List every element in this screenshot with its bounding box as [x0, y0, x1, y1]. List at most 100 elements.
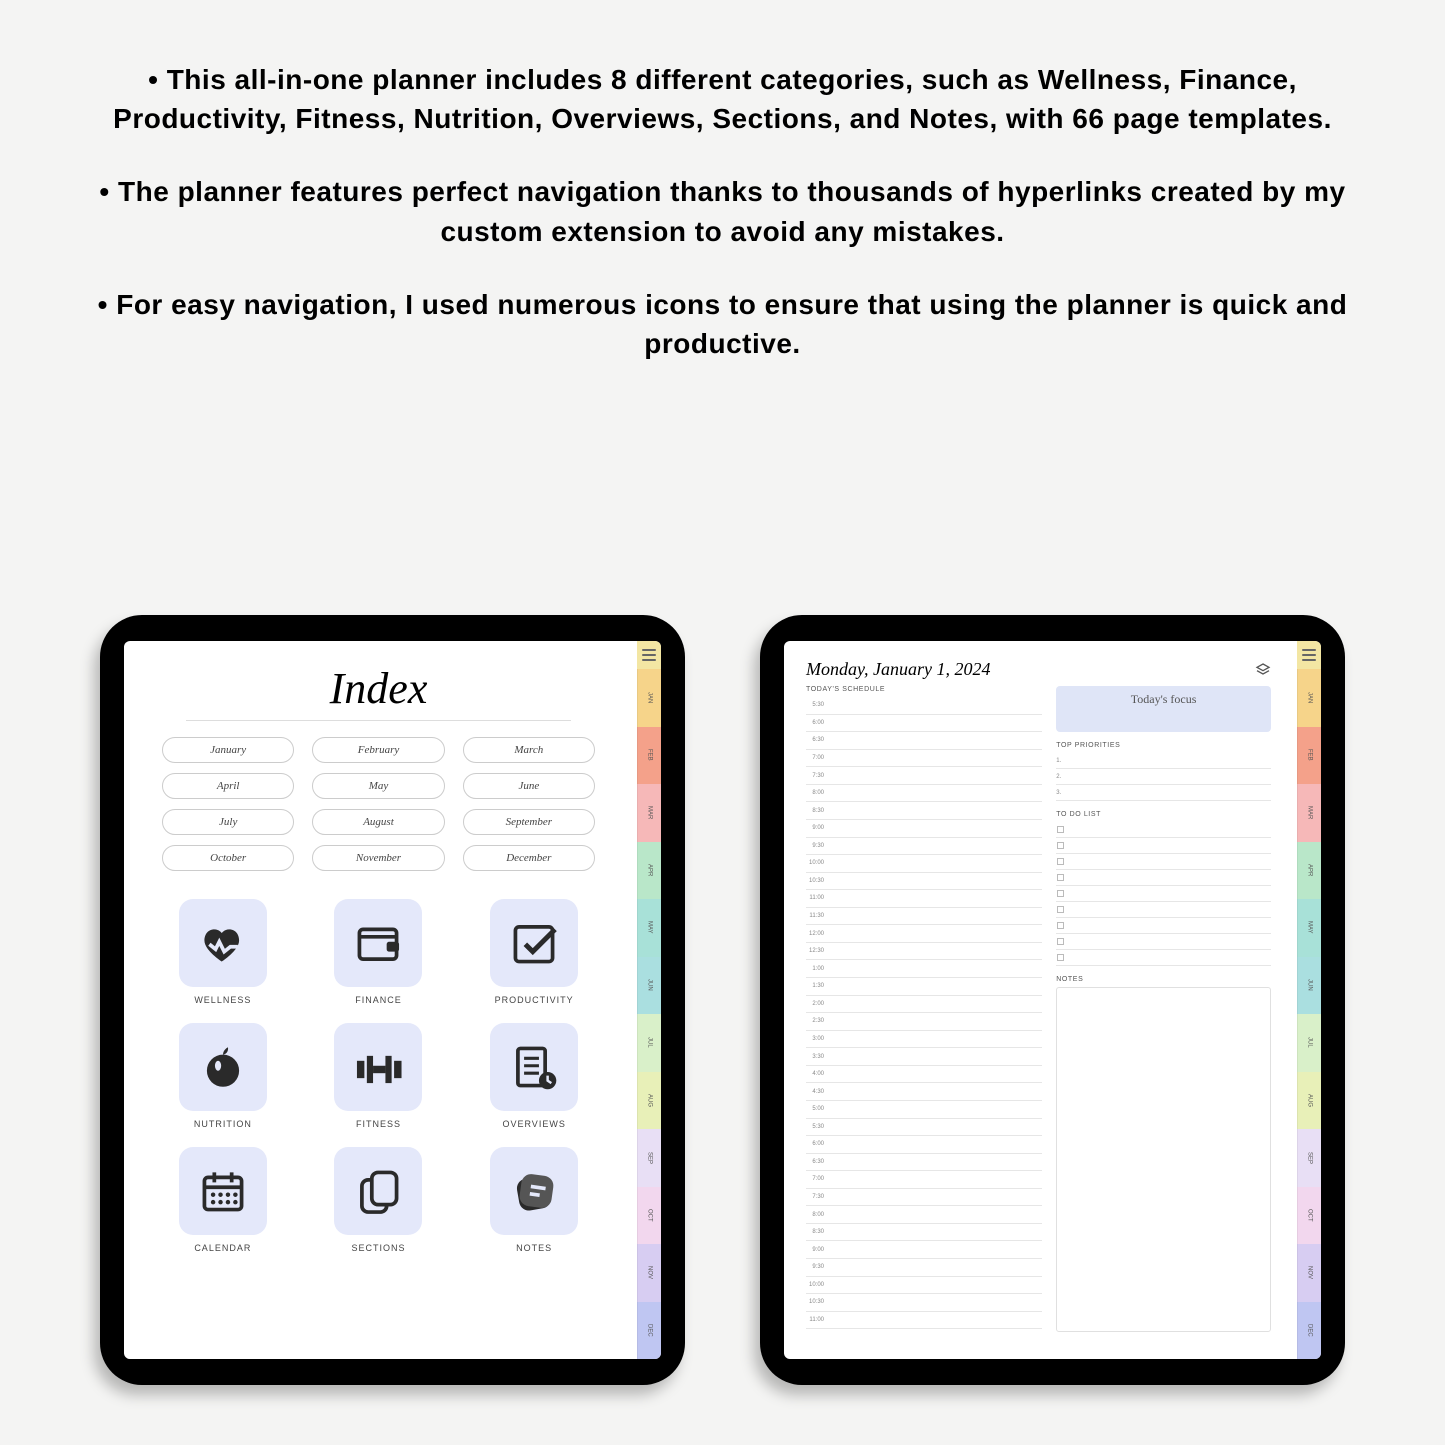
schedule-row[interactable]: 4:00	[806, 1066, 1042, 1084]
schedule-row[interactable]: 6:30	[806, 732, 1042, 750]
schedule-row[interactable]: 12:00	[806, 925, 1042, 943]
checkbox-icon[interactable]	[1057, 954, 1064, 961]
schedule-row[interactable]: 8:00	[806, 785, 1042, 803]
category-wellness[interactable]: WELLNESS	[162, 899, 284, 1005]
category-fitness[interactable]: FITNESS	[318, 1023, 440, 1129]
month-button-december[interactable]: December	[463, 845, 595, 871]
schedule-row[interactable]: 10:00	[806, 1277, 1042, 1295]
schedule-row[interactable]: 10:30	[806, 1294, 1042, 1312]
month-tab-feb[interactable]: FEB	[1297, 727, 1321, 785]
checkbox-icon[interactable]	[1057, 938, 1064, 945]
schedule-row[interactable]: 2:30	[806, 1013, 1042, 1031]
month-tab-jun[interactable]: JUN	[1297, 957, 1321, 1015]
month-tab-jul[interactable]: JUL	[1297, 1014, 1321, 1072]
category-nutrition[interactable]: NUTRITION	[162, 1023, 284, 1129]
schedule-row[interactable]: 9:30	[806, 1259, 1042, 1277]
todo-row[interactable]	[1056, 918, 1271, 934]
month-button-june[interactable]: June	[463, 773, 595, 799]
schedule-row[interactable]: 11:30	[806, 908, 1042, 926]
month-tab-aug[interactable]: AUG	[637, 1072, 661, 1130]
checkbox-icon[interactable]	[1057, 842, 1064, 849]
month-button-august[interactable]: August	[312, 809, 444, 835]
month-button-october[interactable]: October	[162, 845, 294, 871]
schedule-row[interactable]: 7:30	[806, 767, 1042, 785]
priority-row[interactable]: 3.	[1056, 785, 1271, 801]
month-tab-dec[interactable]: DEC	[637, 1302, 661, 1360]
month-tab-dec[interactable]: DEC	[1297, 1302, 1321, 1360]
schedule-row[interactable]: 10:00	[806, 855, 1042, 873]
month-tab-apr[interactable]: APR	[637, 842, 661, 900]
todo-row[interactable]	[1056, 934, 1271, 950]
month-tab-jan[interactable]: JAN	[637, 669, 661, 727]
todo-row[interactable]	[1056, 886, 1271, 902]
schedule-row[interactable]: 10:30	[806, 873, 1042, 891]
hamburger-icon[interactable]	[637, 641, 661, 669]
checkbox-icon[interactable]	[1057, 906, 1064, 913]
schedule-row[interactable]: 6:30	[806, 1154, 1042, 1172]
schedule-row[interactable]: 4:30	[806, 1083, 1042, 1101]
todo-row[interactable]	[1056, 838, 1271, 854]
schedule-row[interactable]: 3:00	[806, 1031, 1042, 1049]
schedule-row[interactable]: 11:00	[806, 1312, 1042, 1330]
month-button-may[interactable]: May	[312, 773, 444, 799]
todo-row[interactable]	[1056, 822, 1271, 838]
month-tab-may[interactable]: MAY	[1297, 899, 1321, 957]
checkbox-icon[interactable]	[1057, 922, 1064, 929]
schedule-row[interactable]: 1:00	[806, 960, 1042, 978]
schedule-row[interactable]: 5:30	[806, 697, 1042, 715]
category-sections[interactable]: SECTIONS	[318, 1147, 440, 1253]
month-tab-aug[interactable]: AUG	[1297, 1072, 1321, 1130]
schedule-row[interactable]: 6:00	[806, 1136, 1042, 1154]
checkbox-icon[interactable]	[1057, 858, 1064, 865]
schedule-row[interactable]: 9:30	[806, 838, 1042, 856]
checkbox-icon[interactable]	[1057, 890, 1064, 897]
month-tab-apr[interactable]: APR	[1297, 842, 1321, 900]
month-tab-mar[interactable]: MAR	[1297, 784, 1321, 842]
month-tab-nov[interactable]: NOV	[637, 1244, 661, 1302]
month-tab-jul[interactable]: JUL	[637, 1014, 661, 1072]
schedule-row[interactable]: 9:00	[806, 1241, 1042, 1259]
month-button-july[interactable]: July	[162, 809, 294, 835]
category-overviews[interactable]: OVERVIEWS	[473, 1023, 595, 1129]
schedule-row[interactable]: 8:30	[806, 1224, 1042, 1242]
month-tab-mar[interactable]: MAR	[637, 784, 661, 842]
checkbox-icon[interactable]	[1057, 874, 1064, 881]
todo-row[interactable]	[1056, 854, 1271, 870]
month-tab-sep[interactable]: SEP	[637, 1129, 661, 1187]
month-tab-sep[interactable]: SEP	[1297, 1129, 1321, 1187]
month-tab-nov[interactable]: NOV	[1297, 1244, 1321, 1302]
month-button-january[interactable]: January	[162, 737, 294, 763]
category-calendar[interactable]: CALENDAR	[162, 1147, 284, 1253]
schedule-row[interactable]: 5:00	[806, 1101, 1042, 1119]
month-tab-may[interactable]: MAY	[637, 899, 661, 957]
category-notes[interactable]: NOTES	[473, 1147, 595, 1253]
schedule-row[interactable]: 3:30	[806, 1048, 1042, 1066]
todo-row[interactable]	[1056, 870, 1271, 886]
schedule-row[interactable]: 2:00	[806, 996, 1042, 1014]
month-button-september[interactable]: September	[463, 809, 595, 835]
month-button-april[interactable]: April	[162, 773, 294, 799]
todo-row[interactable]	[1056, 950, 1271, 966]
todo-row[interactable]	[1056, 902, 1271, 918]
category-finance[interactable]: FINANCE	[318, 899, 440, 1005]
priority-row[interactable]: 1.	[1056, 753, 1271, 769]
schedule-row[interactable]: 8:30	[806, 802, 1042, 820]
month-tab-oct[interactable]: OCT	[637, 1187, 661, 1245]
schedule-row[interactable]: 7:30	[806, 1189, 1042, 1207]
month-tab-feb[interactable]: FEB	[637, 727, 661, 785]
schedule-row[interactable]: 1:30	[806, 978, 1042, 996]
schedule-row[interactable]: 5:30	[806, 1119, 1042, 1137]
month-tab-oct[interactable]: OCT	[1297, 1187, 1321, 1245]
month-button-march[interactable]: March	[463, 737, 595, 763]
notes-box[interactable]	[1056, 987, 1271, 1332]
schedule-row[interactable]: 7:00	[806, 750, 1042, 768]
schedule-row[interactable]: 8:00	[806, 1206, 1042, 1224]
month-button-february[interactable]: February	[312, 737, 444, 763]
priority-row[interactable]: 2.	[1056, 769, 1271, 785]
schedule-row[interactable]: 6:00	[806, 715, 1042, 733]
hamburger-icon[interactable]	[1297, 641, 1321, 669]
month-tab-jun[interactable]: JUN	[637, 957, 661, 1015]
category-productivity[interactable]: PRODUCTIVITY	[473, 899, 595, 1005]
schedule-row[interactable]: 7:00	[806, 1171, 1042, 1189]
layers-icon[interactable]	[1255, 662, 1271, 678]
